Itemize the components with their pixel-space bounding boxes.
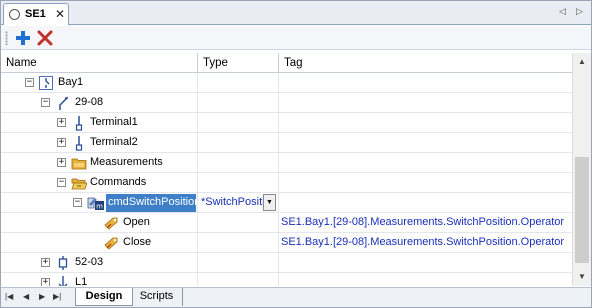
se1-editor-window: SE1 ✕ ◁ ▷ Name Type Tag − Bay1 − 29-08 +… xyxy=(0,0,592,308)
expand-toggle[interactable]: + xyxy=(41,258,50,267)
terminal-icon xyxy=(71,115,87,131)
delete-button[interactable] xyxy=(36,29,54,47)
tree-row-terminal2[interactable]: + Terminal2 xyxy=(1,133,572,153)
operator-icon xyxy=(104,215,120,231)
tree-row-label: Close xyxy=(123,236,152,248)
scroll-down-icon[interactable]: ▼ xyxy=(573,268,591,285)
first-sheet-icon[interactable]: |◀ xyxy=(5,292,13,301)
tree-row-label: Open xyxy=(123,216,150,228)
prev-sheet-icon[interactable]: ◀ xyxy=(23,292,29,301)
tree-row-close[interactable]: Close SE1.Bay1.[29-08].Measurements.Swit… xyxy=(1,233,572,253)
scroll-up-icon[interactable]: ▲ xyxy=(573,53,591,70)
expand-toggle[interactable]: + xyxy=(57,118,66,127)
tree-row-label: Terminal1 xyxy=(90,116,138,128)
collapse-toggle[interactable]: − xyxy=(73,198,82,207)
terminal-icon xyxy=(71,135,87,151)
type-select[interactable]: *SwitchPosition ▼ xyxy=(198,194,276,212)
tag-value[interactable]: SE1.Bay1.[29-08].Measurements.SwitchPosi… xyxy=(281,216,564,228)
expand-toggle[interactable]: + xyxy=(57,138,66,147)
operator-icon xyxy=(104,235,120,251)
toolbar-grip[interactable] xyxy=(5,31,8,45)
svg-text:m: m xyxy=(96,203,103,211)
last-sheet-icon[interactable]: ▶| xyxy=(53,292,61,301)
grid-header: Name Type Tag xyxy=(1,53,572,73)
vertical-scrollbar[interactable]: ▲ ▼ xyxy=(572,53,591,286)
sheet-tab-bar: |◀ ◀ ▶ ▶| Design Scripts xyxy=(1,287,591,307)
tree-row-label: Bay1 xyxy=(58,76,84,88)
tab-se1[interactable]: SE1 ✕ xyxy=(3,3,69,25)
command-icon: m xyxy=(87,195,104,211)
tag-value[interactable]: SE1.Bay1.[29-08].Measurements.SwitchPosi… xyxy=(281,236,564,248)
tree-row-label: 29-08 xyxy=(75,96,104,108)
tree-row-l1[interactable]: + L1 xyxy=(1,273,572,286)
document-icon xyxy=(9,9,20,20)
tree-row-label: 52-03 xyxy=(75,256,104,268)
toolbar xyxy=(1,26,591,50)
scroll-thumb[interactable] xyxy=(575,157,589,263)
switch-icon xyxy=(55,95,71,111)
tree-row-label: Commands xyxy=(90,176,147,188)
tree-row-commands[interactable]: − Commands xyxy=(1,173,572,193)
tree-row-52-03[interactable]: + 52-03 xyxy=(1,253,572,273)
selected-name-cell[interactable]: cmdSwitchPosition xyxy=(106,194,196,212)
tree-row-terminal1[interactable]: + Terminal1 xyxy=(1,113,572,133)
collapse-toggle[interactable]: − xyxy=(25,78,34,87)
tree-row-label: Measurements xyxy=(90,156,163,168)
expand-toggle[interactable]: + xyxy=(41,278,50,286)
column-header-tag[interactable]: Tag xyxy=(279,53,572,73)
tab-design[interactable]: Design xyxy=(75,288,133,306)
tab-scripts[interactable]: Scripts xyxy=(131,288,183,306)
tree-row-29-08[interactable]: − 29-08 xyxy=(1,93,572,113)
tree-row-label: L1 xyxy=(75,276,88,286)
expand-toggle[interactable]: + xyxy=(57,158,66,167)
collapse-toggle[interactable]: − xyxy=(57,178,66,187)
tree-row-label: Terminal2 xyxy=(90,136,138,148)
tab-scroll-right-icon[interactable]: ▷ xyxy=(576,6,583,17)
breaker-icon xyxy=(55,255,71,271)
tree-row-open[interactable]: Open SE1.Bay1.[29-08].Measurements.Switc… xyxy=(1,213,572,233)
delete-icon xyxy=(37,30,53,46)
folder-icon xyxy=(71,155,87,171)
column-header-type[interactable]: Type xyxy=(198,53,279,73)
chevron-down-icon[interactable]: ▼ xyxy=(263,194,276,211)
column-header-name[interactable]: Name xyxy=(1,53,198,73)
document-tab-strip: SE1 ✕ ◁ ▷ xyxy=(1,1,591,25)
next-sheet-icon[interactable]: ▶ xyxy=(39,292,45,301)
close-icon[interactable]: ✕ xyxy=(55,7,65,21)
add-button[interactable] xyxy=(14,29,32,47)
tree-grid: Name Type Tag − Bay1 − 29-08 + Terminal1… xyxy=(1,53,572,286)
line-icon xyxy=(55,275,71,286)
bay-icon xyxy=(38,75,54,91)
collapse-toggle[interactable]: − xyxy=(41,98,50,107)
plus-icon xyxy=(16,31,30,45)
tree-row-cmdswitchposition[interactable]: − m cmdSwitchPosition *SwitchPosition ▼ xyxy=(1,193,572,213)
tree-row-bay1[interactable]: − Bay1 xyxy=(1,73,572,93)
tab-se1-label: SE1 xyxy=(25,8,46,20)
tree-row-measurements[interactable]: + Measurements xyxy=(1,153,572,173)
folder-open-icon xyxy=(71,175,87,191)
tab-scroll-left-icon[interactable]: ◁ xyxy=(559,6,566,17)
